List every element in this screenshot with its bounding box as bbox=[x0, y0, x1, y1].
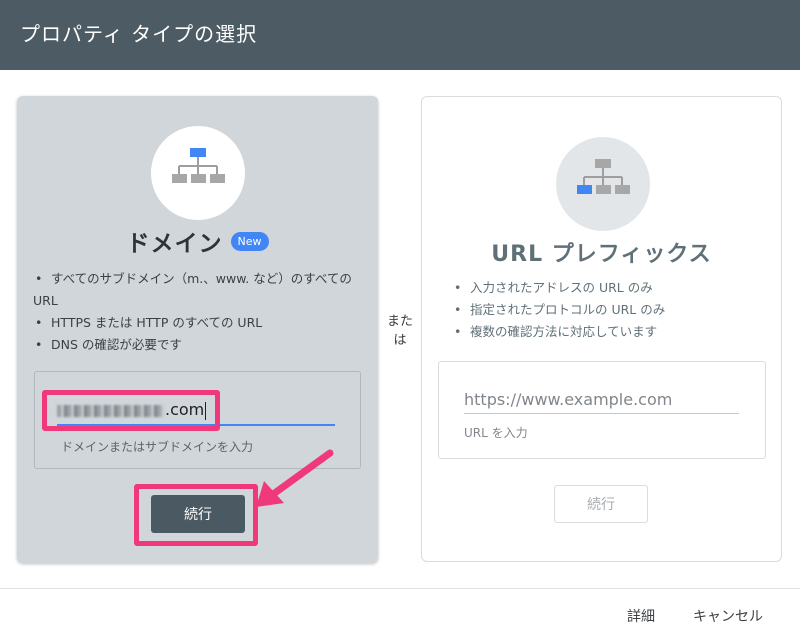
url-continue-button[interactable]: 続行 bbox=[554, 485, 648, 523]
url-card-title: URL プレフィックス bbox=[491, 242, 712, 267]
dialog-title: プロパティ タイプの選択 bbox=[20, 22, 258, 46]
sitemap-icon bbox=[577, 159, 630, 194]
domain-input[interactable]: .com bbox=[57, 394, 335, 426]
list-item: 複数の確認方法に対応しています bbox=[452, 321, 762, 343]
domain-feature-list: すべてのサブドメイン（m.、www. など）のすべての URL HTTPS また… bbox=[33, 268, 363, 356]
sitemap-icon bbox=[172, 148, 225, 183]
list-item: すべてのサブドメイン（m.、www. など）のすべての URL bbox=[33, 268, 363, 312]
url-input-helper: URL を入力 bbox=[464, 426, 528, 440]
domain-property-card[interactable]: ドメイン New すべてのサブドメイン（m.、www. など）のすべての URL … bbox=[17, 96, 378, 563]
domain-card-title: ドメイン New bbox=[17, 224, 378, 258]
list-item: HTTPS または HTTP のすべての URL bbox=[33, 312, 363, 334]
domain-title-text: ドメイン bbox=[126, 231, 223, 257]
url-input-box: URL を入力 bbox=[438, 361, 766, 459]
url-input-wrap bbox=[464, 384, 739, 414]
list-item: 指定されたプロトコルの URL のみ bbox=[452, 299, 762, 321]
cancel-button[interactable]: キャンセル bbox=[693, 606, 763, 626]
new-badge: New bbox=[230, 231, 269, 251]
url-input[interactable] bbox=[464, 386, 739, 412]
text-cursor bbox=[205, 401, 207, 420]
domain-input-helper: ドメインまたはサブドメインを入力 bbox=[61, 440, 254, 454]
url-feature-list: 入力されたアドレスの URL のみ 指定されたプロトコルの URL のみ 複数の… bbox=[452, 277, 762, 343]
footer-divider bbox=[0, 588, 800, 589]
redacted-text bbox=[57, 404, 164, 417]
domain-input-box: .com ドメインまたはサブドメインを入力 bbox=[34, 371, 361, 469]
url-icon-circle bbox=[556, 137, 650, 231]
domain-input-value: .com bbox=[57, 400, 207, 420]
list-item: DNS の確認が必要です bbox=[33, 334, 363, 356]
or-separator: また は bbox=[384, 312, 416, 350]
dialog-header: プロパティ タイプの選択 bbox=[0, 0, 800, 70]
or-separator-line1: また bbox=[386, 314, 413, 329]
domain-icon-circle bbox=[151, 126, 245, 220]
url-prefix-property-card[interactable]: URL プレフィックス 入力されたアドレスの URL のみ 指定されたプロトコル… bbox=[421, 96, 782, 562]
or-separator-line2: は bbox=[393, 333, 407, 348]
domain-continue-button[interactable]: 続行 bbox=[151, 495, 245, 533]
list-item: 入力されたアドレスの URL のみ bbox=[452, 277, 762, 299]
domain-input-suffix: .com bbox=[165, 400, 205, 419]
details-button[interactable]: 詳細 bbox=[627, 606, 655, 626]
